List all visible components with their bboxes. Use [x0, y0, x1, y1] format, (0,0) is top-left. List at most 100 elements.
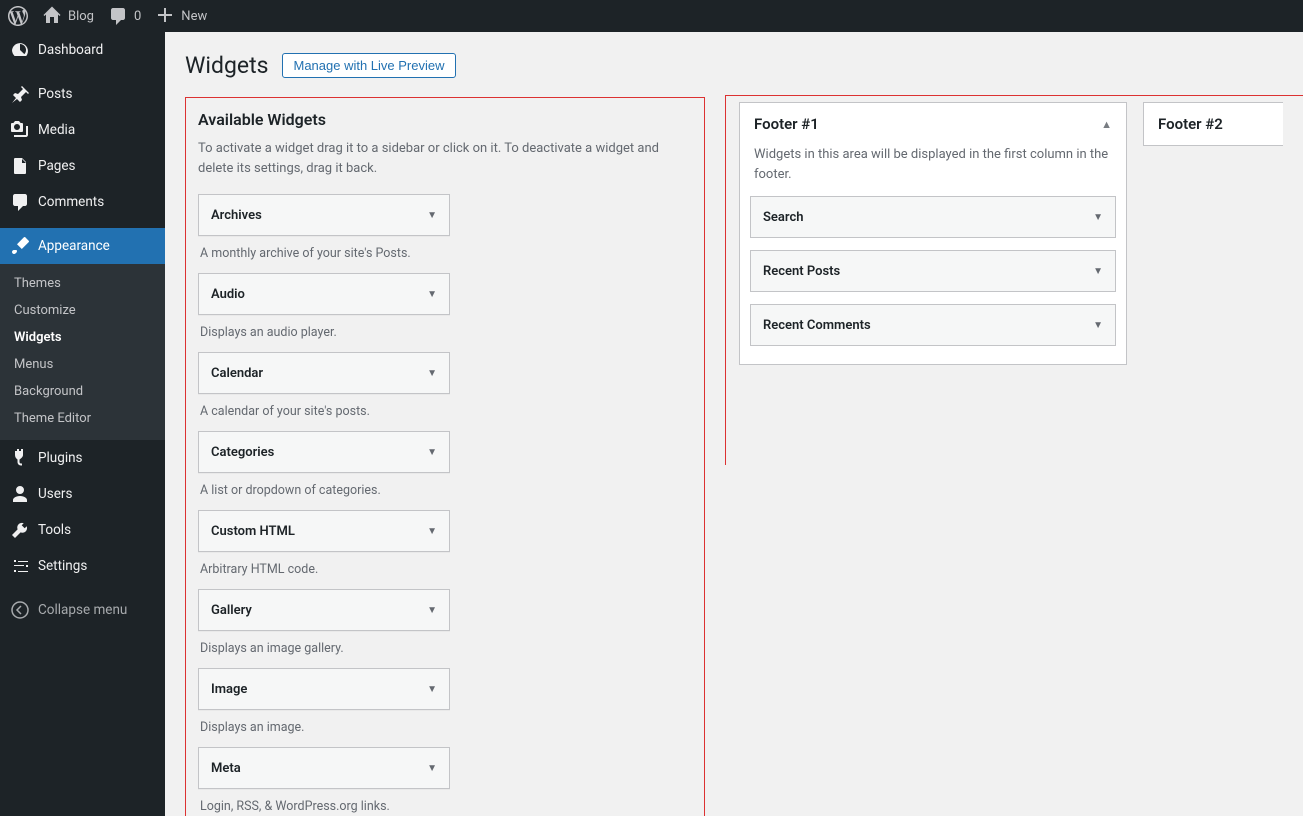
submenu-widgets[interactable]: Widgets — [0, 324, 165, 351]
chevron-down-icon: ▼ — [1093, 266, 1103, 277]
sidebar-item-settings[interactable]: Settings — [0, 548, 165, 584]
sidebar-item-media[interactable]: Media — [0, 112, 165, 148]
widget-description: Login, RSS, & WordPress.org links. — [198, 789, 450, 814]
wordpress-icon — [8, 6, 28, 26]
collapse-icon — [10, 600, 30, 620]
available-widget-box[interactable]: Gallery ▼ — [198, 589, 450, 631]
available-widget: Categories▼A list or dropdown of categor… — [198, 431, 450, 498]
collapse-menu[interactable]: Collapse menu — [0, 592, 165, 628]
chevron-down-icon: ▼ — [427, 605, 437, 616]
chevron-down-icon: ▼ — [427, 684, 437, 695]
admin-menu: Dashboard Posts Media Pages Comments App… — [0, 32, 165, 816]
footer2-area: Footer #2 — [1143, 102, 1283, 146]
site-link[interactable]: Blog — [42, 6, 94, 26]
available-widget: Image ▼ Displays an image. — [198, 668, 450, 735]
sidebar-item-label: Pages — [38, 158, 76, 174]
widget-description: Displays an image. — [198, 710, 450, 735]
pin-icon — [10, 84, 30, 104]
collapse-label: Collapse menu — [38, 602, 127, 618]
widget-title: Audio — [211, 287, 245, 302]
area-widget[interactable]: Recent Posts ▼ — [750, 250, 1116, 292]
chevron-down-icon: ▼ — [427, 763, 437, 774]
sidebar-item-label: Tools — [38, 522, 71, 538]
available-widget-box[interactable]: Custom HTML ▼ — [198, 510, 450, 552]
comment-icon — [108, 6, 128, 26]
chevron-down-icon: ▼ — [427, 210, 437, 221]
chevron-down-icon: ▼ — [1093, 212, 1103, 223]
sidebar-item-users[interactable]: Users — [0, 476, 165, 512]
available-widget: Calendar▼A calendar of your site's posts… — [198, 352, 450, 419]
sidebar-item-dashboard[interactable]: Dashboard — [0, 32, 165, 68]
submenu-customize[interactable]: Customize — [0, 297, 165, 324]
available-widget-box[interactable]: Meta ▼ — [198, 747, 450, 789]
area-widget[interactable]: Recent Comments▼ — [750, 304, 1116, 346]
chevron-down-icon: ▼ — [1093, 320, 1103, 331]
widget-title: Calendar — [211, 366, 263, 381]
content: Widgets Manage with Live Preview Availab… — [165, 32, 1303, 816]
footer1-widgets: Search▼Recent Posts▼Recent Comments▼ — [740, 196, 1126, 346]
area-widget[interactable]: Search▼ — [750, 196, 1116, 238]
chevron-down-icon: ▼ — [427, 526, 437, 537]
wrench-icon — [10, 520, 30, 540]
available-widgets-panel: Available Widgets To activate a widget d… — [185, 95, 705, 816]
plus-icon — [155, 6, 175, 26]
site-name: Blog — [68, 9, 94, 24]
home-icon — [42, 6, 62, 26]
sidebar-item-comments[interactable]: Comments — [0, 184, 165, 220]
sliders-icon — [10, 556, 30, 576]
available-widget-box[interactable]: Categories▼ — [198, 431, 450, 473]
new-link[interactable]: New — [155, 6, 207, 26]
footer1-title: Footer #1 — [754, 115, 819, 133]
available-widgets-title: Available Widgets — [198, 110, 692, 129]
sidebar-item-plugins[interactable]: Plugins — [0, 440, 165, 476]
available-widget: Archives▼A monthly archive of your site'… — [198, 194, 450, 261]
live-preview-button[interactable]: Manage with Live Preview — [282, 53, 455, 78]
available-widget-box[interactable]: Archives▼ — [198, 194, 450, 236]
page-header: Widgets Manage with Live Preview — [185, 32, 1283, 95]
comments-icon — [10, 192, 30, 212]
submenu-theme-editor[interactable]: Theme Editor — [0, 405, 165, 432]
footer2-header[interactable]: Footer #2 — [1144, 103, 1283, 145]
widget-title: Gallery — [211, 603, 252, 618]
available-widgets-desc: To activate a widget drag it to a sideba… — [198, 139, 692, 178]
wp-logo[interactable] — [8, 6, 28, 26]
available-widget: Audio ▼ Displays an audio player. — [198, 273, 450, 340]
widget-description: Displays an image gallery. — [198, 631, 450, 656]
plug-icon — [10, 448, 30, 468]
sidebar-item-label: Appearance — [38, 238, 110, 254]
available-widget-box[interactable]: Image ▼ — [198, 668, 450, 710]
sidebar-item-posts[interactable]: Posts — [0, 76, 165, 112]
area-widget-title: Recent Posts — [763, 264, 840, 279]
available-widget-box[interactable]: Calendar▼ — [198, 352, 450, 394]
comment-count: 0 — [134, 9, 141, 24]
submenu-menus[interactable]: Menus — [0, 351, 165, 378]
widget-title: Image — [211, 682, 247, 697]
widget-title: Custom HTML — [211, 524, 295, 539]
submenu-background[interactable]: Background — [0, 378, 165, 405]
widget-title: Meta — [211, 761, 241, 776]
dashboard-icon — [10, 40, 30, 60]
sidebar-item-label: Users — [38, 486, 72, 502]
footer1-header[interactable]: Footer #1 ▲ — [740, 103, 1126, 145]
comments-link[interactable]: 0 — [108, 6, 141, 26]
sidebar-item-label: Dashboard — [38, 42, 103, 58]
widget-description: Displays an audio player. — [198, 315, 450, 340]
sidebar-item-label: Media — [38, 122, 75, 138]
sidebar-item-tools[interactable]: Tools — [0, 512, 165, 548]
available-widget-box[interactable]: Audio ▼ — [198, 273, 450, 315]
sidebar-item-label: Plugins — [38, 450, 83, 466]
widget-description: A monthly archive of your site's Posts. — [198, 236, 450, 261]
footer1-area: Footer #1 ▲ Widgets in this area will be… — [739, 102, 1127, 365]
sidebar-item-pages[interactable]: Pages — [0, 148, 165, 184]
brush-icon — [10, 236, 30, 256]
widget-description: Arbitrary HTML code. — [198, 552, 450, 577]
footer2-title: Footer #2 — [1158, 115, 1223, 133]
sidebar-item-appearance[interactable]: Appearance — [0, 228, 165, 264]
submenu-themes[interactable]: Themes — [0, 270, 165, 297]
widget-description: A calendar of your site's posts. — [198, 394, 450, 419]
media-icon — [10, 120, 30, 140]
available-widget: Custom HTML ▼ Arbitrary HTML code. — [198, 510, 450, 577]
widget-grid: Archives▼A monthly archive of your site'… — [198, 194, 692, 816]
available-widget: Meta ▼ Login, RSS, & WordPress.org links. — [198, 747, 450, 814]
chevron-down-icon: ▼ — [427, 289, 437, 300]
